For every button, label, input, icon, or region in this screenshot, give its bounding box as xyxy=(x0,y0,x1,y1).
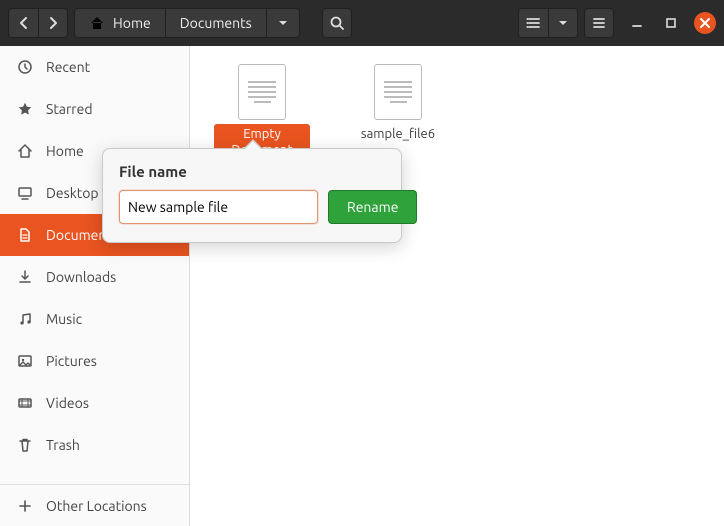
sidebar-item-starred[interactable]: Starred xyxy=(0,88,189,130)
sidebar-item-other-locations[interactable]: Other Locations xyxy=(0,484,189,526)
caret-down-icon xyxy=(555,15,571,31)
hamburger-icon xyxy=(591,15,607,31)
search-icon xyxy=(329,15,345,31)
file-item[interactable]: sample_file6 xyxy=(350,64,446,146)
view-list-button[interactable] xyxy=(518,8,548,38)
path-current-label: Documents xyxy=(180,15,252,31)
text-file-icon xyxy=(238,64,286,120)
headerbar: Home Documents xyxy=(0,0,724,46)
path-bar: Home Documents xyxy=(74,8,300,38)
sidebar: Recent Starred Home Desktop Documents Do… xyxy=(0,46,190,526)
window-minimize-button[interactable] xyxy=(626,12,648,34)
chevron-left-icon xyxy=(16,15,32,31)
desktop-icon xyxy=(16,184,34,202)
sidebar-item-label: Music xyxy=(46,311,82,327)
close-icon xyxy=(697,15,713,31)
caret-down-icon xyxy=(275,15,291,31)
minimize-icon xyxy=(629,15,645,31)
sidebar-item-label: Pictures xyxy=(46,353,97,369)
view-options-button[interactable] xyxy=(548,8,578,38)
sidebar-item-pictures[interactable]: Pictures xyxy=(0,340,189,382)
music-icon xyxy=(16,310,34,328)
videos-icon xyxy=(16,394,34,412)
star-icon xyxy=(16,100,34,118)
nav-group xyxy=(8,8,68,38)
path-home-label: Home xyxy=(113,15,151,31)
sidebar-item-label: Downloads xyxy=(46,269,116,285)
rename-label: File name xyxy=(119,163,385,180)
sidebar-item-label: Starred xyxy=(46,101,93,117)
sidebar-item-videos[interactable]: Videos xyxy=(0,382,189,424)
rename-popover: File name Rename xyxy=(102,148,402,243)
path-menu-button[interactable] xyxy=(266,8,300,38)
downloads-icon xyxy=(16,268,34,286)
sidebar-item-label: Other Locations xyxy=(46,498,147,514)
view-group xyxy=(518,8,578,38)
rename-button[interactable]: Rename xyxy=(328,190,417,224)
sidebar-item-label: Recent xyxy=(46,59,90,75)
pictures-icon xyxy=(16,352,34,370)
sidebar-item-trash[interactable]: Trash xyxy=(0,424,189,466)
window-close-button[interactable] xyxy=(694,12,716,34)
rename-input[interactable] xyxy=(119,190,318,224)
trash-icon xyxy=(16,436,34,454)
sidebar-item-label: Videos xyxy=(46,395,89,411)
hamburger-menu-button[interactable] xyxy=(584,8,614,38)
sidebar-item-label: Trash xyxy=(46,437,80,453)
text-file-icon xyxy=(374,64,422,120)
forward-button[interactable] xyxy=(38,8,68,38)
chevron-right-icon xyxy=(45,15,61,31)
home-icon xyxy=(16,142,34,160)
sidebar-item-label: Desktop xyxy=(46,185,99,201)
sidebar-item-music[interactable]: Music xyxy=(0,298,189,340)
home-icon xyxy=(89,15,105,31)
search-button[interactable] xyxy=(322,8,352,38)
sidebar-item-downloads[interactable]: Downloads xyxy=(0,256,189,298)
window-maximize-button[interactable] xyxy=(660,12,682,34)
path-home[interactable]: Home xyxy=(74,8,165,38)
list-icon xyxy=(526,15,542,31)
sidebar-item-label: Home xyxy=(46,143,84,159)
path-current[interactable]: Documents xyxy=(165,8,266,38)
file-view: Empty Document sample_file6 xyxy=(190,46,724,526)
sidebar-item-recent[interactable]: Recent xyxy=(0,46,189,88)
file-label: sample_file6 xyxy=(357,124,439,146)
documents-icon xyxy=(16,226,34,244)
back-button[interactable] xyxy=(8,8,38,38)
clock-icon xyxy=(16,58,34,76)
plus-icon xyxy=(16,497,34,515)
maximize-icon xyxy=(663,15,679,31)
